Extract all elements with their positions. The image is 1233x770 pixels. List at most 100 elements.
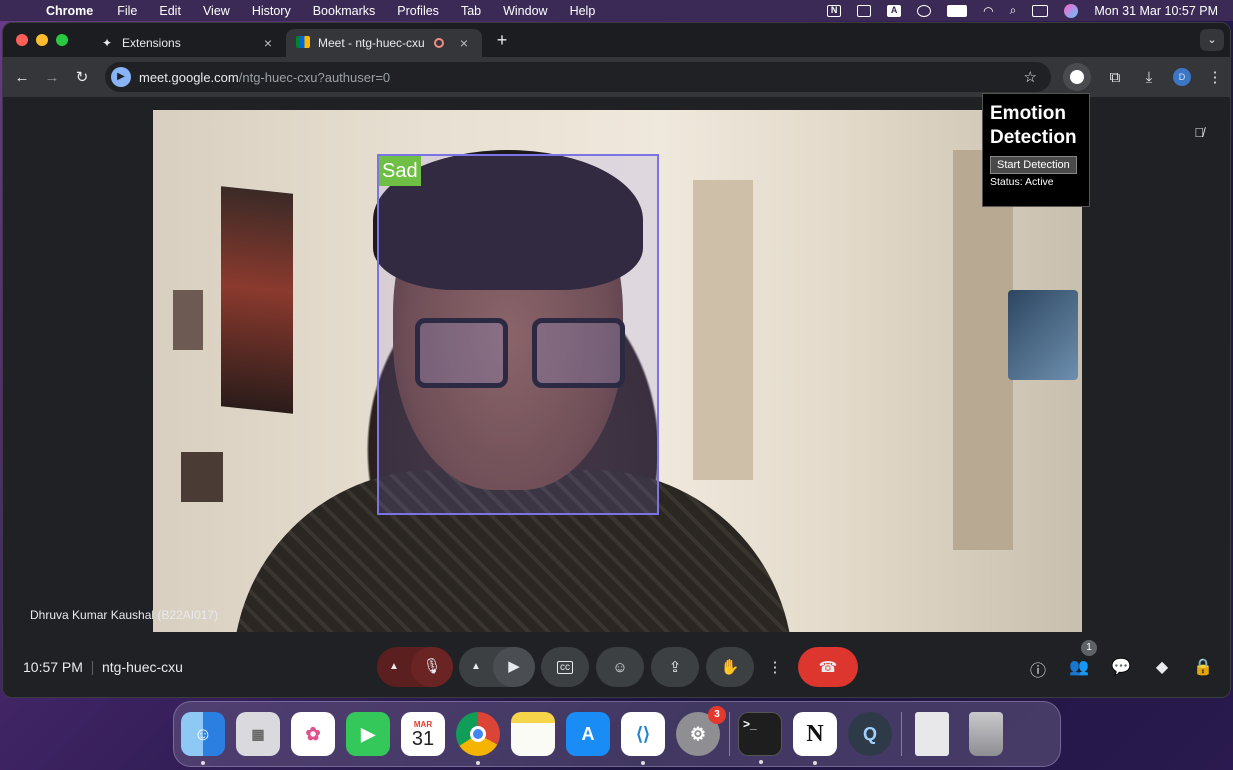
bookmark-star-icon[interactable]: ☆ xyxy=(1024,68,1037,86)
present-button[interactable]: ⇪ xyxy=(651,647,699,687)
camera-icon[interactable]: ▶ xyxy=(493,647,535,687)
participant-name: Dhruva Kumar Kaushal (B22AI017) xyxy=(30,608,219,622)
popup-title: Emotion Detection xyxy=(990,103,1077,148)
tab-extensions[interactable]: ✦ Extensions × xyxy=(90,29,286,57)
more-menu-icon[interactable]: ⋮ xyxy=(1205,68,1225,86)
leave-call-button[interactable]: ☎ xyxy=(798,647,858,687)
photos-icon[interactable]: ✿ xyxy=(291,712,335,756)
menu-help[interactable]: Help xyxy=(570,4,596,18)
finder-icon[interactable]: ☺ xyxy=(181,712,225,765)
close-icon[interactable]: × xyxy=(260,35,276,51)
browser-toolbar: ← → ↻ ▶ meet.google.com /ntg-huec-cxu?au… xyxy=(3,57,1230,97)
minimize-window-button[interactable] xyxy=(36,34,48,46)
menu-history[interactable]: History xyxy=(252,4,291,18)
meeting-info-icon[interactable]: ⓘ xyxy=(1027,657,1049,681)
extensions-puzzle-icon[interactable]: ⧉ xyxy=(1105,69,1125,86)
launchpad-icon[interactable]: ▦ xyxy=(236,712,280,756)
vscode-icon[interactable]: ⟨⟩ xyxy=(621,712,665,765)
raise-hand-button[interactable]: ✋ xyxy=(706,647,754,687)
people-icon[interactable]: 👥 xyxy=(1068,657,1090,677)
document-icon[interactable] xyxy=(915,712,949,756)
close-window-button[interactable] xyxy=(16,34,28,46)
menu-view[interactable]: View xyxy=(203,4,230,18)
facetime-icon[interactable]: ▶ xyxy=(346,712,390,756)
mic-control: ▲ 🎙 xyxy=(377,647,453,687)
control-center-icon[interactable] xyxy=(1032,4,1049,17)
camera-options-chevron-icon[interactable]: ▲ xyxy=(459,647,493,687)
menu-app-name[interactable]: Chrome xyxy=(46,4,93,18)
meet-icon xyxy=(296,36,310,50)
emotion-detection-popup: Emotion Detection Start Detection Status… xyxy=(982,93,1090,207)
tab-label: Extensions xyxy=(122,36,181,50)
terminal-icon[interactable]: >_ xyxy=(738,712,782,764)
notion-menubar-icon[interactable]: N xyxy=(827,4,842,17)
captions-icon: cc xyxy=(557,660,573,674)
participant-video: Sad xyxy=(153,110,1082,632)
menu-window[interactable]: Window xyxy=(503,4,547,18)
captions-button[interactable]: cc xyxy=(541,647,589,687)
wifi-icon[interactable]: ◠ xyxy=(983,4,993,18)
wall-poster xyxy=(181,452,223,502)
tab-meet[interactable]: Meet - ntg-huec-cxu × xyxy=(286,29,482,57)
menu-bookmarks[interactable]: Bookmarks xyxy=(313,4,376,18)
reactions-button[interactable]: ☺ xyxy=(596,647,644,687)
divider xyxy=(92,661,93,675)
emotion-label: Sad xyxy=(379,156,421,186)
system-settings-icon[interactable]: ⚙ 3 xyxy=(676,706,726,756)
notification-badge: 3 xyxy=(708,706,726,724)
mic-off-icon[interactable]: 🎙 xyxy=(411,647,453,687)
app-store-icon[interactable]: A xyxy=(566,712,610,756)
notion-icon[interactable]: N xyxy=(793,712,837,765)
wall-picture xyxy=(1008,290,1078,380)
meeting-code[interactable]: ntg-huec-cxu xyxy=(102,659,183,675)
text-input-icon[interactable]: A xyxy=(887,4,902,17)
notes-icon[interactable] xyxy=(511,712,555,756)
battery-icon[interactable] xyxy=(947,4,968,17)
dock: ☺ ▦ ✿ ▶ MAR 31 A ⟨⟩ ⚙ 3 >_ N Q xyxy=(173,701,1061,767)
menu-tab[interactable]: Tab xyxy=(461,4,481,18)
close-icon[interactable]: × xyxy=(456,35,472,51)
profile-avatar[interactable]: D xyxy=(1173,68,1191,86)
mic-off-icon: 🎙̸ xyxy=(1194,125,1204,140)
calendar-icon[interactable]: MAR 31 xyxy=(401,712,445,756)
more-options-button[interactable]: ⋮ xyxy=(765,647,785,687)
screen-mirror-icon[interactable] xyxy=(857,4,872,17)
menu-profiles[interactable]: Profiles xyxy=(397,4,439,18)
mic-options-chevron-icon[interactable]: ▲ xyxy=(377,647,411,687)
back-button[interactable]: ← xyxy=(7,69,37,86)
meet-controls: 10:57 PM ntg-huec-cxu ▲ 🎙 ▲ ▶ cc ☺ ⇪ ✋ ⋮… xyxy=(3,637,1230,697)
menu-file[interactable]: File xyxy=(117,4,137,18)
meet-stage: Sad 🎙̸ Dhruva Kumar Kaushal (B22AI017) E… xyxy=(3,93,1230,697)
start-detection-button[interactable]: Start Detection xyxy=(990,156,1077,174)
download-icon[interactable]: ⤓ xyxy=(1139,69,1159,86)
zoom-window-button[interactable] xyxy=(56,34,68,46)
emoji-icon: ☺ xyxy=(612,658,628,676)
recording-icon xyxy=(434,38,444,48)
raise-hand-control: ✋ xyxy=(706,647,754,687)
address-bar[interactable]: ▶ meet.google.com /ntg-huec-cxu?authuser… xyxy=(105,62,1051,92)
new-tab-button[interactable]: + xyxy=(488,30,516,51)
search-icon[interactable]: ⌕ xyxy=(1010,3,1017,18)
chrome-icon[interactable] xyxy=(456,712,500,765)
calendar-day: 31 xyxy=(411,727,435,750)
hand-icon: ✋ xyxy=(720,659,740,676)
captions-control: cc xyxy=(541,647,589,687)
siri-icon[interactable] xyxy=(1064,3,1079,18)
menu-edit[interactable]: Edit xyxy=(159,4,181,18)
chat-icon[interactable]: 💬 xyxy=(1110,657,1132,677)
emotion-extension-icon[interactable] xyxy=(1063,63,1091,91)
tab-search-button[interactable]: ⌄ xyxy=(1200,29,1224,51)
quicktime-icon[interactable]: Q xyxy=(848,712,892,756)
dock-divider xyxy=(901,712,902,756)
menubar-clock[interactable]: Mon 31 Mar 10:57 PM xyxy=(1094,4,1218,18)
forward-button[interactable]: → xyxy=(37,69,67,86)
activities-icon[interactable]: ◆ xyxy=(1151,657,1173,677)
reload-button[interactable]: ↻ xyxy=(67,68,97,86)
trash-icon[interactable] xyxy=(969,712,1003,756)
people-count-badge: 1 xyxy=(1081,640,1097,656)
more-options-control: ⋮ xyxy=(765,647,785,687)
host-controls-icon[interactable]: 🔒 xyxy=(1192,657,1214,677)
site-info-icon[interactable]: ▶ xyxy=(111,67,131,87)
reactions-control: ☺ xyxy=(596,647,644,687)
user-icon[interactable] xyxy=(917,4,932,17)
